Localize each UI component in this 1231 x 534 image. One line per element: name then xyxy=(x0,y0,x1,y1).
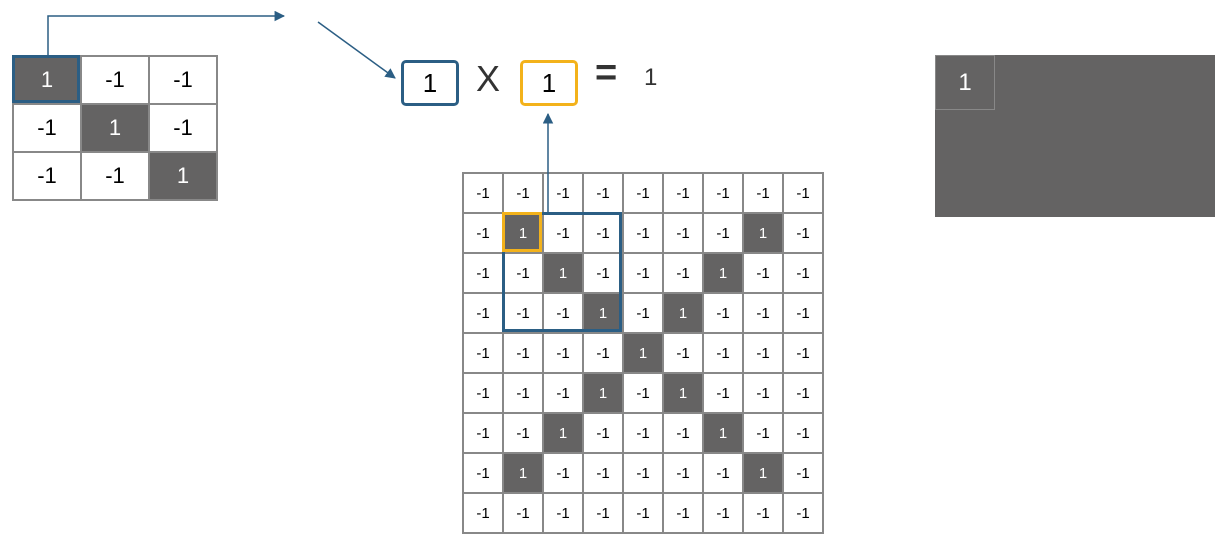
matrix-cell: -1 xyxy=(623,213,663,253)
matrix-cell: -1 xyxy=(583,173,623,213)
matrix-cell: -1 xyxy=(583,213,623,253)
matrix-cell: 1 xyxy=(503,213,543,253)
matrix-cell: -1 xyxy=(81,56,149,104)
matrix-cell: -1 xyxy=(743,333,783,373)
matrix-cell: -1 xyxy=(783,173,823,213)
matrix-cell: 1 xyxy=(623,333,663,373)
matrix-cell: -1 xyxy=(703,173,743,213)
matrix-cell: -1 xyxy=(503,373,543,413)
matrix-cell: -1 xyxy=(583,333,623,373)
matrix-cell: -1 xyxy=(623,373,663,413)
matrix-cell: -1 xyxy=(743,493,783,533)
matrix-cell: -1 xyxy=(743,173,783,213)
matrix-cell: -1 xyxy=(663,333,703,373)
matrix-cell: -1 xyxy=(463,213,503,253)
matrix-cell: -1 xyxy=(13,104,81,152)
matrix-cell: -1 xyxy=(503,333,543,373)
matrix-cell: -1 xyxy=(463,333,503,373)
filter-highlight xyxy=(12,55,80,103)
matrix-cell: -1 xyxy=(543,213,583,253)
matrix-cell: -1 xyxy=(783,293,823,333)
matrix-cell: -1 xyxy=(543,373,583,413)
matrix-cell: -1 xyxy=(703,333,743,373)
matrix-cell: 1 xyxy=(743,453,783,493)
matrix-cell: 1 xyxy=(583,293,623,333)
matrix-cell: -1 xyxy=(463,173,503,213)
matrix-cell: -1 xyxy=(743,293,783,333)
matrix-cell: -1 xyxy=(149,56,217,104)
equation-result: 1 xyxy=(644,64,657,92)
input-image-matrix: -1-1-1-1-1-1-1-1-1-11-1-1-1-1-11-1-1-11-… xyxy=(462,172,824,534)
matrix-cell: -1 xyxy=(543,173,583,213)
matrix-cell: -1 xyxy=(543,333,583,373)
matrix-cell: -1 xyxy=(703,213,743,253)
matrix-cell: 1 xyxy=(503,453,543,493)
matrix-cell: -1 xyxy=(503,253,543,293)
equation-operand-b: 1 xyxy=(520,60,578,106)
matrix-cell: -1 xyxy=(783,493,823,533)
matrix-cell: 1 xyxy=(149,152,217,200)
matrix-cell: -1 xyxy=(503,493,543,533)
matrix-cell: -1 xyxy=(13,152,81,200)
matrix-cell: -1 xyxy=(623,173,663,213)
equation-operand-a: 1 xyxy=(401,60,459,106)
matrix-cell: -1 xyxy=(623,493,663,533)
matrix-cell: -1 xyxy=(703,453,743,493)
matrix-cell: 1 xyxy=(703,253,743,293)
matrix-cell: -1 xyxy=(783,253,823,293)
matrix-cell: -1 xyxy=(663,453,703,493)
matrix-cell: -1 xyxy=(663,173,703,213)
matrix-cell: 1 xyxy=(663,293,703,333)
matrix-cell: -1 xyxy=(623,413,663,453)
matrix-cell: -1 xyxy=(623,293,663,333)
matrix-cell: 1 xyxy=(703,413,743,453)
matrix-cell: -1 xyxy=(583,453,623,493)
output-feature-map: 1 xyxy=(935,55,995,110)
matrix-cell: 1 xyxy=(935,55,995,110)
matrix-cell: -1 xyxy=(503,173,543,213)
matrix-cell: -1 xyxy=(743,253,783,293)
matrix-cell: -1 xyxy=(503,293,543,333)
matrix-cell: -1 xyxy=(623,453,663,493)
matrix-cell: -1 xyxy=(583,413,623,453)
matrix-cell: -1 xyxy=(463,413,503,453)
matrix-cell: -1 xyxy=(463,453,503,493)
matrix-cell: -1 xyxy=(783,453,823,493)
matrix-cell: -1 xyxy=(783,213,823,253)
matrix-cell: -1 xyxy=(703,293,743,333)
matrix-cell: -1 xyxy=(503,413,543,453)
matrix-cell: 1 xyxy=(543,413,583,453)
matrix-cell: -1 xyxy=(583,253,623,293)
multiply-symbol: X xyxy=(476,58,500,100)
matrix-cell: 1 xyxy=(663,373,703,413)
matrix-cell: -1 xyxy=(149,104,217,152)
matrix-cell: -1 xyxy=(743,373,783,413)
matrix-cell: -1 xyxy=(783,373,823,413)
matrix-cell: -1 xyxy=(663,253,703,293)
matrix-cell: -1 xyxy=(783,413,823,453)
matrix-cell: -1 xyxy=(81,152,149,200)
matrix-cell: -1 xyxy=(703,373,743,413)
matrix-cell: -1 xyxy=(463,253,503,293)
matrix-cell: -1 xyxy=(543,453,583,493)
matrix-cell: -1 xyxy=(583,493,623,533)
matrix-cell: 1 xyxy=(81,104,149,152)
matrix-cell: -1 xyxy=(543,293,583,333)
matrix-cell: -1 xyxy=(783,333,823,373)
matrix-cell: 1 xyxy=(583,373,623,413)
matrix-cell: -1 xyxy=(463,373,503,413)
matrix-cell: -1 xyxy=(663,493,703,533)
equals-symbol: = xyxy=(595,52,617,95)
matrix-cell: 1 xyxy=(743,213,783,253)
matrix-cell: -1 xyxy=(463,493,503,533)
matrix-cell: -1 xyxy=(463,293,503,333)
matrix-cell: -1 xyxy=(543,493,583,533)
matrix-cell: -1 xyxy=(663,213,703,253)
matrix-cell: -1 xyxy=(743,413,783,453)
matrix-cell: -1 xyxy=(663,413,703,453)
matrix-cell: 1 xyxy=(543,253,583,293)
matrix-cell: -1 xyxy=(703,493,743,533)
matrix-cell: -1 xyxy=(623,253,663,293)
